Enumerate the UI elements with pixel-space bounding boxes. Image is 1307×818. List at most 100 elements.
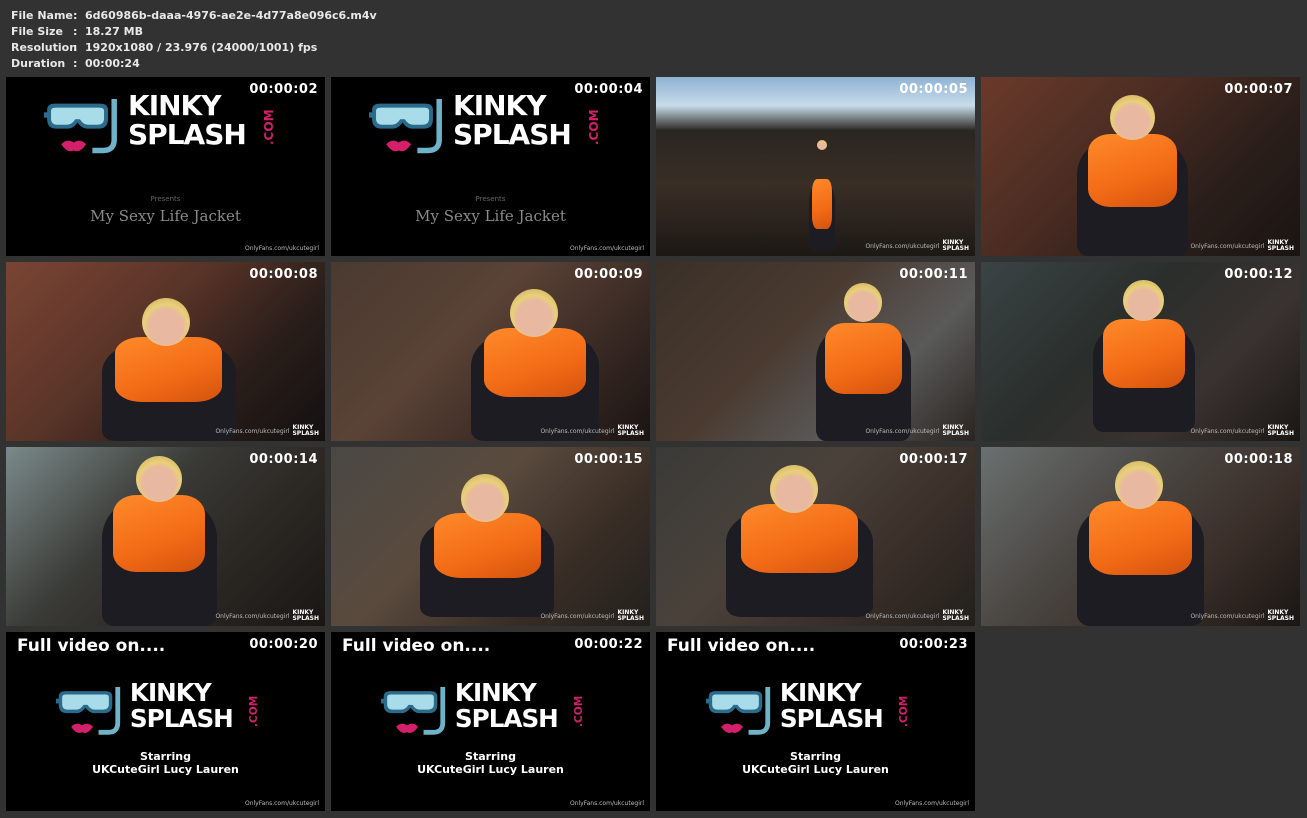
file-info-row: Resolution:1920x1080 / 23.976 (24000/100… xyxy=(11,40,377,56)
thumbnail-timestamp: 00:00:11 xyxy=(899,267,968,282)
snorkel-mask-icon xyxy=(381,686,446,735)
person-head xyxy=(136,455,183,502)
file-info-value: 00:00:24 xyxy=(85,57,140,70)
file-info-separator: : xyxy=(73,41,78,54)
thumbnail-grid: KINKY SPLASH .COM Presents My Sexy Life J… xyxy=(6,77,1303,813)
watermark-text: OnlyFans.com/ukcutegirl xyxy=(244,245,319,252)
video-thumbnail[interactable]: KINKY SPLASH .COM Presents My Sexy Life J… xyxy=(6,77,325,256)
video-thumbnail[interactable]: OnlyFans.com/ukcutegirl KINKY SPLASH 00:0… xyxy=(331,262,650,441)
person-head xyxy=(770,464,819,513)
brand-suffix: .COM xyxy=(897,696,910,728)
file-info-separator: : xyxy=(73,9,78,22)
life-jacket xyxy=(1089,500,1192,575)
person-head xyxy=(460,473,509,522)
thumbnail-timestamp: 00:00:15 xyxy=(574,452,643,467)
watermark-logo: KINKY SPLASH xyxy=(942,424,969,437)
brand-line1: KINKY xyxy=(129,677,212,707)
starring-block: Starring UKCuteGirl Lucy Lauren xyxy=(331,750,650,776)
thumbnail-timestamp: 00:00:02 xyxy=(249,82,318,97)
watermark-logo: KINKY SPLASH xyxy=(1267,239,1294,252)
watermark: OnlyFans.com/ukcutegirl KINKY SPLASH xyxy=(540,610,644,622)
snorkel-mask-icon xyxy=(706,686,771,735)
watermark: OnlyFans.com/ukcutegirl KINKY SPLASH xyxy=(1190,425,1294,437)
watermark-text: OnlyFans.com/ukcutegirl xyxy=(865,242,940,250)
life-jacket xyxy=(811,179,833,229)
file-info-key: File Size xyxy=(11,25,63,38)
person-head xyxy=(1110,94,1155,140)
video-thumbnail[interactable]: Full video on.... KINKY SPLASH .COM Star… xyxy=(6,632,325,811)
starring-label: Starring xyxy=(465,750,516,763)
video-thumbnail[interactable]: KINKY SPLASH .COM Presents My Sexy Life J… xyxy=(331,77,650,256)
file-info-value: 1920x1080 / 23.976 (24000/1001) fps xyxy=(85,41,318,54)
watermark-text: OnlyFans.com/ukcutegirl xyxy=(894,800,969,807)
file-info-key: File Name xyxy=(11,9,73,22)
brand-logo: KINKY SPLASH .COM xyxy=(381,678,592,757)
thumbnail-timestamp: 00:00:23 xyxy=(899,637,968,652)
watermark-text: OnlyFans.com/ukcutegirl xyxy=(1190,427,1265,435)
brand-line2: SPLASH xyxy=(129,703,234,733)
starring-label: Starring xyxy=(140,750,191,763)
video-thumbnail[interactable]: OnlyFans.com/ukcutegirl KINKY SPLASH 00:0… xyxy=(981,77,1300,256)
thumbnail-timestamp: 00:00:04 xyxy=(574,82,643,97)
presents-text: Presents xyxy=(475,195,506,203)
video-thumbnail[interactable]: OnlyFans.com/ukcutegirl KINKY SPLASH 00:0… xyxy=(6,447,325,626)
starring-name: UKCuteGirl Lucy Lauren xyxy=(92,763,239,776)
brand-logo: KINKY SPLASH .COM xyxy=(369,89,609,179)
video-thumbnail[interactable]: OnlyFans.com/ukcutegirl KINKY SPLASH 00:0… xyxy=(656,447,975,626)
file-info-row: File Name:6d60986b-daaa-4976-ae2e-4d77a8… xyxy=(11,8,377,24)
watermark-text: OnlyFans.com/ukcutegirl xyxy=(1190,242,1265,250)
file-info-row: Duration:00:00:24 xyxy=(11,56,377,72)
snorkel-mask-icon xyxy=(56,686,121,735)
life-jacket xyxy=(825,322,902,394)
video-thumbnail[interactable]: Full video on.... KINKY SPLASH .COM Star… xyxy=(656,632,975,811)
video-thumbnail[interactable]: OnlyFans.com/ukcutegirl KINKY SPLASH 00:0… xyxy=(656,77,975,256)
video-thumbnail[interactable]: OnlyFans.com/ukcutegirl KINKY SPLASH 00:0… xyxy=(981,447,1300,626)
brand-line1: KINKY xyxy=(779,677,862,707)
thumbnail-timestamp: 00:00:22 xyxy=(574,637,643,652)
watermark-logo: KINKY SPLASH xyxy=(942,239,969,252)
person-head xyxy=(141,297,190,346)
watermark: OnlyFans.com/ukcutegirl xyxy=(895,800,969,807)
person-head xyxy=(509,288,558,337)
watermark: OnlyFans.com/ukcutegirl KINKY SPLASH xyxy=(540,425,644,437)
thumbnail-timestamp: 00:00:07 xyxy=(1224,82,1293,97)
brand-logo: KINKY SPLASH .COM xyxy=(44,89,284,179)
watermark-text: OnlyFans.com/ukcutegirl xyxy=(540,612,615,620)
video-thumbnail[interactable]: OnlyFans.com/ukcutegirl KINKY SPLASH 00:0… xyxy=(981,262,1300,441)
brand-line1: KINKY xyxy=(128,89,222,122)
watermark-text: OnlyFans.com/ukcutegirl xyxy=(215,612,290,620)
brand-suffix: .COM xyxy=(247,696,260,728)
watermark: OnlyFans.com/ukcutegirl KINKY SPLASH xyxy=(215,610,319,622)
starring-name: UKCuteGirl Lucy Lauren xyxy=(417,763,564,776)
person-head xyxy=(1114,461,1163,510)
thumbnail-timestamp: 00:00:20 xyxy=(249,637,318,652)
life-jacket xyxy=(113,495,206,572)
file-info-value: 18.27 MB xyxy=(85,25,143,38)
snorkel-mask-icon xyxy=(369,99,442,154)
video-thumbnail[interactable]: OnlyFans.com/ukcutegirl KINKY SPLASH 00:0… xyxy=(331,447,650,626)
person-head xyxy=(844,283,883,322)
file-info-separator: : xyxy=(73,57,78,70)
watermark: OnlyFans.com/ukcutegirl KINKY SPLASH xyxy=(865,425,969,437)
video-thumbnail[interactable]: Full video on.... KINKY SPLASH .COM Star… xyxy=(331,632,650,811)
thumbnail-timestamp: 00:00:05 xyxy=(899,82,968,97)
life-jacket xyxy=(1087,134,1178,207)
brand-logo: KINKY SPLASH .COM xyxy=(706,678,917,757)
brand-line2: SPLASH xyxy=(454,703,559,733)
brand-suffix: .COM xyxy=(262,109,276,145)
brand-line1: KINKY xyxy=(453,89,547,122)
watermark-text: OnlyFans.com/ukcutegirl xyxy=(215,427,290,435)
snorkel-mask-icon xyxy=(44,99,117,154)
brand-suffix: .COM xyxy=(587,109,601,145)
file-info-value: 6d60986b-daaa-4976-ae2e-4d77a8e096c6.m4v xyxy=(85,9,377,22)
file-info-row: File Size:18.27 MB xyxy=(11,24,377,40)
video-thumbnail[interactable]: OnlyFans.com/ukcutegirl KINKY SPLASH 00:0… xyxy=(6,262,325,441)
watermark-logo: KINKY SPLASH xyxy=(292,424,319,437)
starring-block: Starring UKCuteGirl Lucy Lauren xyxy=(6,750,325,776)
watermark: OnlyFans.com/ukcutegirl KINKY SPLASH xyxy=(865,240,969,252)
presents-text: Presents xyxy=(150,195,181,203)
full-video-text: Full video on.... xyxy=(17,636,166,656)
video-thumbnail[interactable]: OnlyFans.com/ukcutegirl KINKY SPLASH 00:0… xyxy=(656,262,975,441)
watermark-logo: KINKY SPLASH xyxy=(1267,609,1294,622)
watermark-logo: KINKY SPLASH xyxy=(617,609,644,622)
